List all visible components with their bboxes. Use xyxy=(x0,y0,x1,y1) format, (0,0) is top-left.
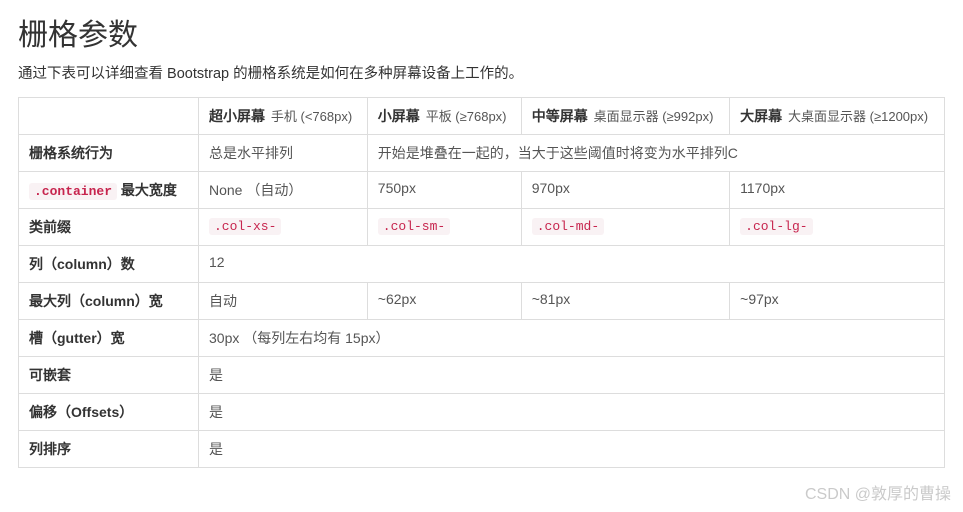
row-colwidth-md: ~81px xyxy=(521,283,729,320)
grid-params-table: 超小屏幕 手机 (<768px) 小屏幕 平板 (≥768px) 中等屏幕 桌面… xyxy=(18,97,945,468)
prefix-md-code: .col-md- xyxy=(532,218,604,235)
row-gutter: 槽（gutter）宽 30px （每列左右均有 15px） xyxy=(19,320,945,357)
watermark: CSDN @敦厚的曹操 xyxy=(805,480,951,504)
header-lg: 大屏幕 大桌面显示器 (≥1200px) xyxy=(730,98,945,135)
row-maxwidth-lg: 1170px xyxy=(730,172,945,209)
table-header-row: 超小屏幕 手机 (<768px) 小屏幕 平板 (≥768px) 中等屏幕 桌面… xyxy=(19,98,945,135)
row-cols: 列（column）数 12 xyxy=(19,246,945,283)
header-md-sub: 桌面显示器 (≥992px) xyxy=(594,109,714,124)
header-xs: 超小屏幕 手机 (<768px) xyxy=(199,98,368,135)
row-colwidth-label: 最大列（column）宽 xyxy=(19,283,199,320)
row-behavior-label: 栅格系统行为 xyxy=(19,135,199,172)
row-ordering: 列排序 是 xyxy=(19,431,945,468)
header-sm-sub: 平板 (≥768px) xyxy=(426,109,507,124)
header-xs-title: 超小屏幕 xyxy=(209,108,265,124)
row-colwidth: 最大列（column）宽 自动 ~62px ~81px ~97px xyxy=(19,283,945,320)
row-maxwidth-sm: 750px xyxy=(367,172,521,209)
row-nestable-value: 是 xyxy=(199,357,945,394)
header-lg-title: 大屏幕 xyxy=(740,108,782,124)
row-cols-value: 12 xyxy=(199,246,945,283)
row-gutter-label: 槽（gutter）宽 xyxy=(19,320,199,357)
row-prefix-sm: .col-sm- xyxy=(367,209,521,246)
prefix-lg-code: .col-lg- xyxy=(740,218,812,235)
row-prefix-label: 类前缀 xyxy=(19,209,199,246)
header-md: 中等屏幕 桌面显示器 (≥992px) xyxy=(521,98,729,135)
header-md-title: 中等屏幕 xyxy=(532,108,588,124)
row-cols-label: 列（column）数 xyxy=(19,246,199,283)
row-prefix-xs: .col-xs- xyxy=(199,209,368,246)
row-maxwidth-label-text: 最大宽度 xyxy=(117,182,177,198)
row-colwidth-lg: ~97px xyxy=(730,283,945,320)
row-nestable-label: 可嵌套 xyxy=(19,357,199,394)
prefix-xs-code: .col-xs- xyxy=(209,218,281,235)
row-colwidth-sm: ~62px xyxy=(367,283,521,320)
page-lead: 通过下表可以详细查看 Bootstrap 的栅格系统是如何在多种屏幕设备上工作的… xyxy=(18,62,945,83)
header-empty xyxy=(19,98,199,135)
row-ordering-value: 是 xyxy=(199,431,945,468)
row-maxwidth: .container 最大宽度 None （自动） 750px 970px 11… xyxy=(19,172,945,209)
row-behavior-xs: 总是水平排列 xyxy=(199,135,368,172)
row-offsets-value: 是 xyxy=(199,394,945,431)
row-ordering-label: 列排序 xyxy=(19,431,199,468)
prefix-sm-code: .col-sm- xyxy=(378,218,450,235)
page-heading: 栅格参数 xyxy=(18,10,945,54)
row-maxwidth-label: .container 最大宽度 xyxy=(19,172,199,209)
row-offsets-label: 偏移（Offsets） xyxy=(19,394,199,431)
row-colwidth-xs: 自动 xyxy=(199,283,368,320)
row-maxwidth-md: 970px xyxy=(521,172,729,209)
row-prefix: 类前缀 .col-xs- .col-sm- .col-md- .col-lg- xyxy=(19,209,945,246)
container-code: .container xyxy=(29,183,117,200)
header-sm: 小屏幕 平板 (≥768px) xyxy=(367,98,521,135)
row-gutter-value: 30px （每列左右均有 15px） xyxy=(199,320,945,357)
row-behavior: 栅格系统行为 总是水平排列 开始是堆叠在一起的，当大于这些阈值时将变为水平排列C xyxy=(19,135,945,172)
header-lg-sub: 大桌面显示器 (≥1200px) xyxy=(788,109,928,124)
row-maxwidth-xs: None （自动） xyxy=(199,172,368,209)
header-sm-title: 小屏幕 xyxy=(378,108,420,124)
row-nestable: 可嵌套 是 xyxy=(19,357,945,394)
row-offsets: 偏移（Offsets） 是 xyxy=(19,394,945,431)
row-prefix-md: .col-md- xyxy=(521,209,729,246)
header-xs-sub: 手机 (<768px) xyxy=(271,109,352,124)
row-prefix-lg: .col-lg- xyxy=(730,209,945,246)
row-behavior-rest: 开始是堆叠在一起的，当大于这些阈值时将变为水平排列C xyxy=(367,135,944,172)
